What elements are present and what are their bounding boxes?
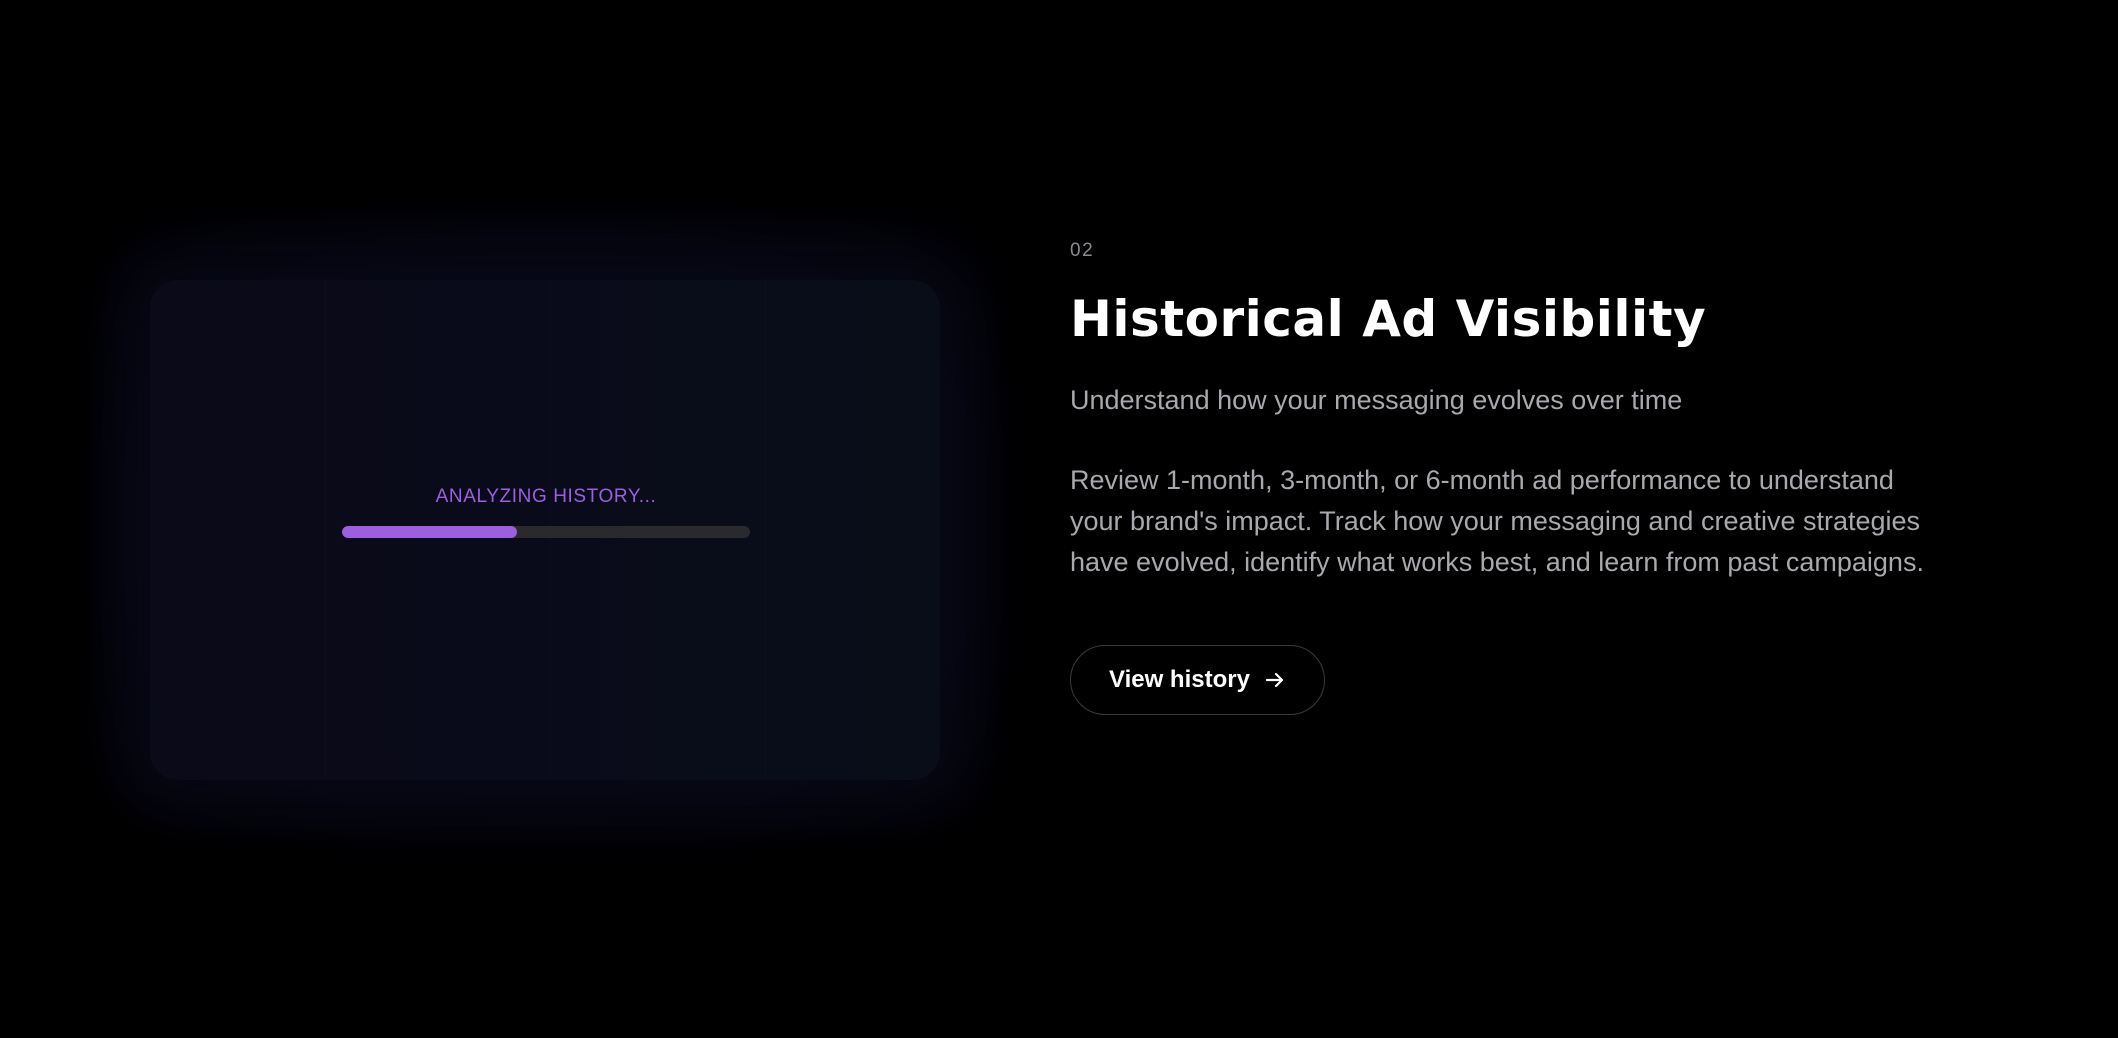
progress-track	[342, 526, 750, 538]
feature-description: Review 1-month, 3-month, or 6-month ad p…	[1070, 465, 1924, 578]
arrow-right-icon	[1264, 669, 1286, 691]
feature-content: 02 Historical Ad Visibility Understand h…	[1070, 240, 1950, 716]
feature-title: Historical Ad Visibility	[1070, 290, 1707, 348]
panel-gridline	[325, 280, 326, 780]
panel-gridline	[765, 280, 766, 780]
view-history-button[interactable]: View history	[1070, 645, 1325, 716]
feature-subtitle: Understand how your messaging evolves ov…	[1070, 385, 1683, 415]
loader-label: ANALYZING HISTORY...	[435, 486, 657, 507]
history-loader: ANALYZING HISTORY...	[342, 486, 750, 538]
progress-fill	[342, 526, 518, 538]
step-number: 02	[1070, 240, 1095, 261]
feature-section: ANALYZING HISTORY... 02 Historical Ad Vi…	[0, 0, 2118, 1038]
view-history-label: View history	[1109, 666, 1250, 694]
